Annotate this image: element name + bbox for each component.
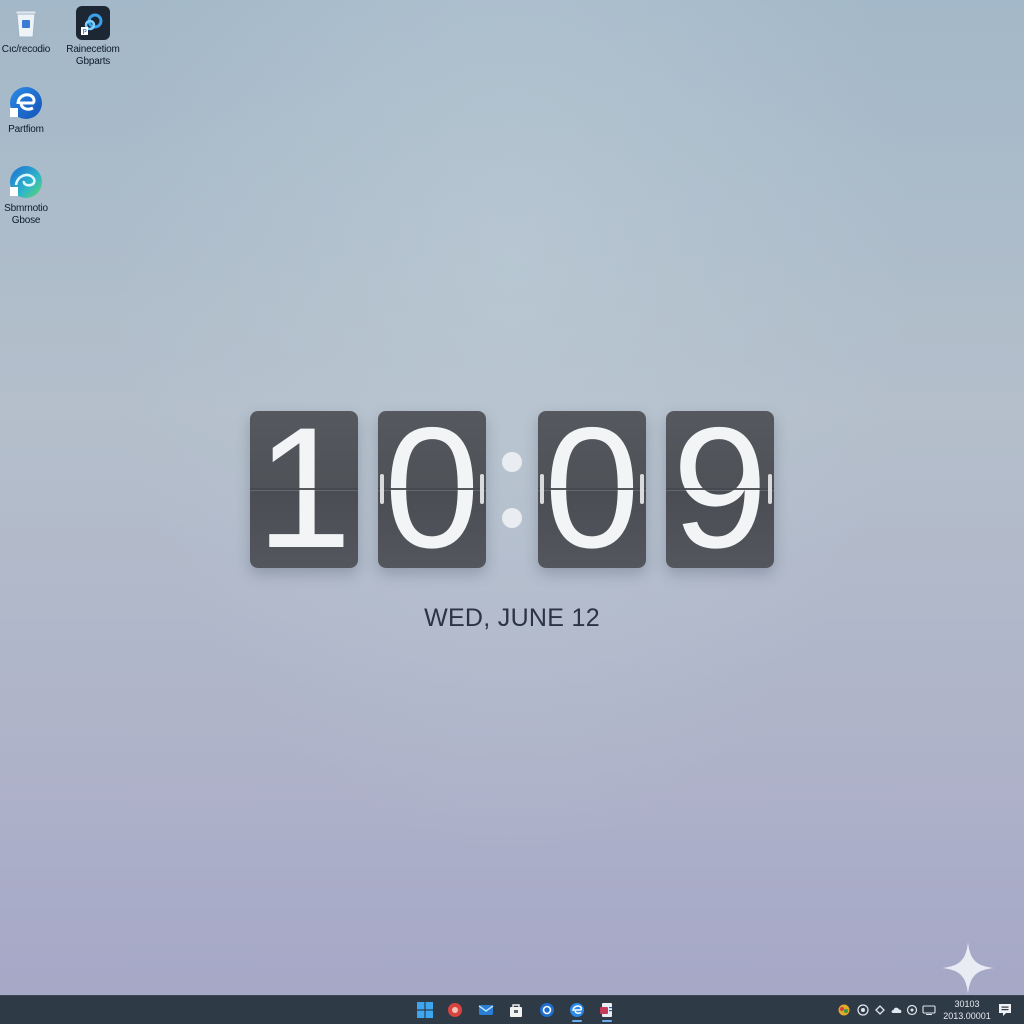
clock-colon-dot <box>502 452 522 472</box>
color-wheel-icon <box>838 1004 850 1016</box>
tray-sync-icon[interactable] <box>874 1004 886 1016</box>
flip-clock: 1 0 0 9 <box>250 411 774 568</box>
edge-browser-icon <box>570 1003 584 1017</box>
desktop-icon-label: Cıc/recodio <box>1 44 51 55</box>
tray-display-icon[interactable] <box>922 1004 936 1016</box>
recycle-bin-icon <box>9 6 43 40</box>
clock-hour-tens: 1 <box>250 411 358 568</box>
flip-pin <box>540 474 544 504</box>
desktop-icon-edge[interactable]: Partfiom <box>0 86 61 136</box>
display-icon <box>922 1005 936 1015</box>
desktop-icon-label: Sbmrnotio Gbose <box>4 203 48 226</box>
desktop-icon-label: Rainecetiom Gbparts <box>66 44 120 67</box>
edge-browser-icon <box>9 86 43 120</box>
flip-pin <box>480 474 484 504</box>
taskbar-store-button[interactable] <box>504 998 528 1022</box>
flip-hinge <box>666 488 774 490</box>
mail-icon <box>478 1005 494 1015</box>
taskbar-photos-button[interactable] <box>443 998 467 1022</box>
flip-hinge <box>250 488 358 490</box>
taskbar-edge-button[interactable] <box>565 998 589 1022</box>
windows-start-icon <box>417 1002 433 1018</box>
tray-clock[interactable]: 30103 2013.00001 <box>938 998 996 1022</box>
tray-time: 30103 <box>954 999 980 1009</box>
svg-text:P: P <box>83 28 87 36</box>
taskbar-document-button[interactable] <box>595 998 619 1022</box>
clock-hour-ones: 0 <box>378 411 486 568</box>
clock-minute-tens: 0 <box>538 411 646 568</box>
clock-colon-dot <box>502 508 522 528</box>
tray-network-icon[interactable] <box>857 1004 869 1016</box>
network-icon <box>857 1004 869 1016</box>
taskbar-settings-button[interactable] <box>535 998 559 1022</box>
notifications-button[interactable] <box>996 1001 1014 1019</box>
desktop-icon-settings-app[interactable]: P Rainecetiom Gbparts <box>58 6 128 68</box>
notification-icon <box>999 1004 1011 1016</box>
settings-app-icon: P <box>76 6 110 40</box>
tray-date: 2013.00001 <box>943 1011 991 1021</box>
tray-volume-icon[interactable] <box>906 1004 918 1016</box>
store-bag-icon <box>510 1004 522 1017</box>
clock-date: WED, JUNE 12 <box>424 604 600 632</box>
edge-browser-icon <box>9 165 43 199</box>
clock-minute-ones: 9 <box>666 411 774 568</box>
desktop-icon-label: Partfiom <box>8 124 44 135</box>
flip-pin <box>640 474 644 504</box>
volume-icon <box>906 1004 918 1016</box>
tray-color-icon[interactable] <box>838 1004 850 1016</box>
desktop-icon-edge-2[interactable]: Sbmrnotio Gbose <box>0 165 61 227</box>
desktop: Cıc/recodio P Rainecetiom Gbparts Partfi… <box>0 0 1024 1024</box>
settings-gear-icon <box>540 1003 554 1017</box>
flip-hinge <box>378 488 486 490</box>
taskbar-mail-button[interactable] <box>474 998 498 1022</box>
flip-hinge <box>538 488 646 490</box>
flip-pin <box>380 474 384 504</box>
sync-icon <box>875 1005 885 1015</box>
cloud-icon <box>891 1007 902 1013</box>
photos-icon <box>448 1003 462 1017</box>
sparkle-icon <box>940 940 996 996</box>
document-app-icon <box>600 1003 612 1017</box>
desktop-icon-recycle-bin[interactable]: Cıc/recodio <box>0 6 61 56</box>
taskbar-start-button[interactable] <box>413 998 437 1022</box>
tray-cloud-icon[interactable] <box>891 1004 903 1016</box>
flip-pin <box>768 474 772 504</box>
taskbar: 30103 2013.00001 <box>0 995 1024 1024</box>
